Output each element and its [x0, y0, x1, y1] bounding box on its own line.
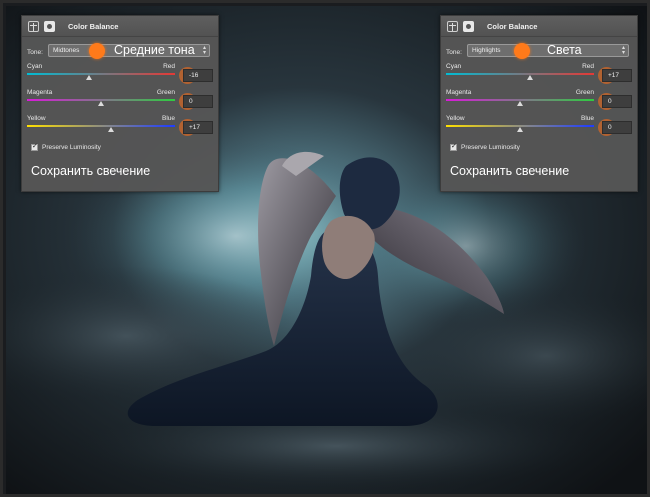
slider-left-label: Yellow: [446, 115, 465, 122]
orange-marker-dot: [514, 43, 530, 59]
preserve-annotation: Сохранить свечение: [450, 164, 570, 178]
slider-track[interactable]: [446, 73, 594, 75]
slider-right-label: Blue: [580, 115, 594, 122]
tone-row: Tone: Highlights ▴ ▾ Света: [441, 43, 637, 60]
slider-track[interactable]: [27, 73, 175, 75]
slider-cyan-red: Cyan Red -16: [22, 60, 218, 86]
orange-marker-dot: [89, 43, 105, 59]
slider-thumb[interactable]: [98, 101, 104, 106]
value-field[interactable]: -16: [183, 69, 213, 82]
value-text: -16: [189, 72, 199, 79]
panel-title: Color Balance: [68, 21, 119, 31]
slider-cyan-red: Cyan Red +17: [441, 60, 637, 86]
slider-left-label: Magenta: [27, 89, 53, 96]
preserve-annotation: Сохранить свечение: [31, 164, 151, 178]
slider-thumb[interactable]: [86, 75, 93, 80]
color-balance-panel-midtones: Color Balance Tone: Midtones ▴ ▾ Средние …: [21, 15, 219, 192]
slider-left-label: Yellow: [27, 115, 46, 122]
color-balance-icon: [28, 20, 39, 32]
angel-artwork: Color Balance Tone: Midtones ▴ ▾ Средние …: [3, 6, 647, 494]
value-text: 0: [608, 124, 612, 131]
slider-group: Cyan Red +17 Magenta Green 0 Yellow Blue…: [441, 60, 637, 138]
panel-header: Color Balance: [441, 16, 637, 37]
value-text: 0: [608, 98, 612, 105]
slider-left-label: Cyan: [446, 63, 462, 70]
slider-thumb[interactable]: [517, 101, 523, 106]
value-text: +17: [189, 124, 201, 131]
slider-magenta-green: Magenta Green 0: [441, 86, 637, 112]
value-text: 0: [189, 98, 193, 105]
tone-annotation: Средние тона: [114, 43, 195, 57]
panel-header: Color Balance: [22, 16, 218, 37]
slider-yellow-blue: Yellow Blue 0: [441, 112, 637, 138]
value-field[interactable]: +17: [602, 69, 632, 82]
slider-right-label: Green: [575, 89, 594, 96]
slider-thumb[interactable]: [108, 127, 115, 132]
preserve-luminosity-checkbox[interactable]: [31, 142, 38, 151]
layer-mask-icon[interactable]: [463, 20, 474, 32]
color-balance-panel-highlights: Color Balance Tone: Highlights ▴ ▾ Света …: [440, 15, 638, 192]
layer-mask-icon[interactable]: [44, 20, 55, 32]
tone-label: Tone:: [27, 48, 43, 56]
updown-arrows-icon: ▴ ▾: [621, 45, 625, 56]
slider-right-label: Red: [163, 63, 175, 70]
slider-group: Cyan Red -16 Magenta Green 0 Yellow Blue…: [22, 60, 218, 138]
slider-right-label: Red: [582, 63, 594, 70]
updown-arrows-icon: ▴ ▾: [202, 45, 206, 56]
slider-yellow-blue: Yellow Blue +17: [22, 112, 218, 138]
value-field[interactable]: 0: [602, 95, 632, 108]
preserve-luminosity-label: Preserve Luminosity: [42, 143, 101, 151]
tone-row: Tone: Midtones ▴ ▾ Средние тона: [22, 43, 218, 60]
value-field[interactable]: 0: [183, 95, 213, 108]
preserve-luminosity-label: Preserve Luminosity: [461, 143, 520, 151]
slider-track[interactable]: [27, 125, 175, 127]
panel-title: Color Balance: [487, 21, 538, 31]
slider-right-label: Blue: [161, 115, 175, 122]
value-field[interactable]: +17: [183, 121, 213, 134]
tone-annotation: Света: [547, 43, 582, 57]
tone-select-value: Midtones: [53, 47, 80, 54]
slider-thumb[interactable]: [517, 127, 523, 132]
value-field[interactable]: 0: [602, 121, 632, 134]
slider-right-label: Green: [156, 89, 175, 96]
slider-magenta-green: Magenta Green 0: [22, 86, 218, 112]
color-balance-icon: [447, 20, 458, 32]
slider-thumb[interactable]: [527, 75, 534, 80]
preserve-luminosity-row: Preserve Luminosity: [22, 140, 218, 154]
photo-frame: Color Balance Tone: Midtones ▴ ▾ Средние …: [0, 0, 650, 497]
preserve-luminosity-checkbox[interactable]: [450, 142, 457, 151]
value-text: +17: [608, 72, 620, 79]
slider-left-label: Cyan: [27, 63, 43, 70]
tone-select-value: Highlights: [472, 47, 501, 54]
tone-label: Tone:: [446, 48, 462, 56]
preserve-luminosity-row: Preserve Luminosity: [441, 140, 637, 154]
slider-left-label: Magenta: [446, 89, 472, 96]
